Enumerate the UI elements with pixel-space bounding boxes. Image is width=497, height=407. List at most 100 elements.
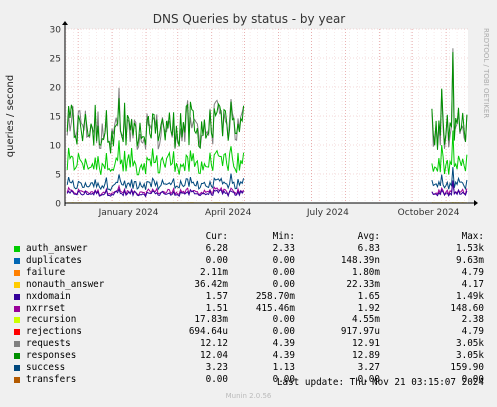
legend-row-nonauth_answer: nonauth_answer 36.42m 0.00 22.33m 4.17 [0,279,497,291]
munin-version: Munin 2.0.56 [225,392,272,400]
legend-swatch [14,317,20,324]
legend-series-name: recursion [26,314,77,326]
y-tick-label: 25 [50,55,61,65]
y-tick-label: 30 [50,26,62,36]
legend-series-name: auth_answer [26,243,88,254]
legend-max: 148.60 [450,302,484,314]
legend-series-name: duplicates [26,254,82,266]
legend-series-name: success [26,362,66,373]
legend-cur: 2.11m [200,266,228,278]
legend-min: 0.00 [272,266,295,278]
legend-header: Cur: Min: Avg: Max: [0,231,497,243]
legend-swatch [14,305,20,312]
legend-swatch [14,353,20,360]
y-tick-label: 20 [50,84,62,94]
legend-swatch [14,376,20,383]
legend-series-name: transfers [26,373,77,385]
legend-max: 4.79 [461,326,484,338]
legend-avg: 1.65 [357,290,380,302]
y-tick-label: 0 [55,200,61,210]
legend-header-min: Min: [272,231,295,242]
legend-header-max: Max: [461,231,484,242]
y-tick-label: 5 [55,171,61,181]
legend-max: 1.49k [456,290,484,302]
legend-max: 3.05k [456,338,484,350]
legend-min: 415.46m [255,302,295,314]
legend-min: 0.00 [272,326,295,338]
legend-avg: 917.97u [340,326,380,338]
legend-avg: 12.91 [352,338,380,350]
chart: DNS Queries by status - by year queries … [5,12,490,218]
legend-min: 0.00 [272,314,295,326]
legend-series-name: requests [26,338,71,350]
legend-cur: 12.12 [200,338,228,350]
legend-avg: 1.80m [352,266,380,278]
legend-series-name: rejections [26,326,82,338]
legend-header-avg: Avg: [357,231,380,242]
legend-max: 3.05k [456,350,484,362]
legend-avg: 4.55m [352,314,380,326]
legend-row-responses: responses 12.04 4.39 12.89 3.05k [0,350,497,362]
legend-swatch [14,257,20,264]
legend-avg: 6.83 [357,243,380,254]
legend-row-requests: requests 12.12 4.39 12.91 3.05k [0,338,497,350]
y-axis-arrow [62,21,68,25]
legend-swatch [14,269,20,276]
legend-cur: 0.00 [205,373,228,385]
x-axis-arrow [474,200,478,206]
legend-swatch [14,365,20,371]
legend-max: 2.38 [461,314,484,326]
legend-max: 9.63m [456,254,484,266]
legend-row-success: success 3.23 1.13 3.27 159.90 [0,362,497,374]
legend-series-name: failure [26,266,66,278]
y-axis-label: queries / second [5,75,16,157]
legend-cur: 1.51 [205,302,228,314]
legend-cur: 6.28 [205,243,228,254]
legend-series-name: nxdomain [26,290,71,302]
legend-swatch [14,246,20,252]
legend-row-nxrrset: nxrrset 1.51 415.46m 1.92 148.60 [0,303,497,315]
legend-min: 1.13 [272,362,295,373]
legend-header-cur: Cur: [205,231,228,242]
legend-row-rejections: rejections 694.64u 0.00 917.97u 4.79 [0,326,497,338]
legend-swatch [14,341,20,348]
legend-min: 2.33 [272,243,295,254]
legend-cur: 1.57 [205,290,228,302]
legend-series-name: nxrrset [26,302,66,314]
legend-cur: 17.83m [194,314,228,326]
legend-row-duplicates: duplicates 0.00 0.00 148.39n 9.63m [0,255,497,267]
legend-swatch [14,293,20,300]
legend-swatch [14,329,20,336]
legend-cur: 36.42m [194,278,228,290]
legend-cur: 0.00 [205,254,228,266]
x-tick-label: January 2024 [98,208,159,218]
rrdtool-credit: RRDTOOL / TOBI OETIKER [482,28,490,118]
legend-series-name: responses [26,350,77,362]
x-tick-label: April 2024 [205,208,252,218]
legend-max: 159.90 [450,362,484,373]
y-tick-label: 10 [50,142,62,152]
legend-min: 0.00 [272,278,295,290]
legend-max: 1.53k [456,243,484,254]
legend-min: 4.39 [272,338,295,350]
legend-row-failure: failure 2.11m 0.00 1.80m 4.79 [0,267,497,279]
legend-row-recursion: recursion 17.83m 0.00 4.55m 2.38 [0,314,497,326]
legend-cur: 3.23 [205,362,228,373]
x-tick-label: October 2024 [398,208,460,218]
legend-avg: 3.27 [357,362,380,373]
x-tick-label: July 2024 [306,208,349,218]
legend-row-nxdomain: nxdomain 1.57 258.70m 1.65 1.49k [0,291,497,303]
legend-max: 4.79 [461,266,484,278]
chart-title: DNS Queries by status - by year [153,12,346,26]
legend-cur: 694.64u [188,326,228,338]
legend-min: 0.00 [272,254,295,266]
legend-avg: 22.33m [346,278,380,290]
legend-avg: 148.39n [340,254,380,266]
legend-row-auth_answer: auth_answer 6.28 2.33 6.83 1.53k [0,243,497,255]
last-update: Last update: Thu Nov 21 03:15:07 2024 [276,377,484,388]
legend-min: 258.70m [255,290,295,302]
legend-series-name: nonauth_answer [26,278,105,290]
legend-max: 4.17 [461,278,484,290]
legend-cur: 12.04 [200,350,228,362]
legend-avg: 1.92 [357,302,380,314]
